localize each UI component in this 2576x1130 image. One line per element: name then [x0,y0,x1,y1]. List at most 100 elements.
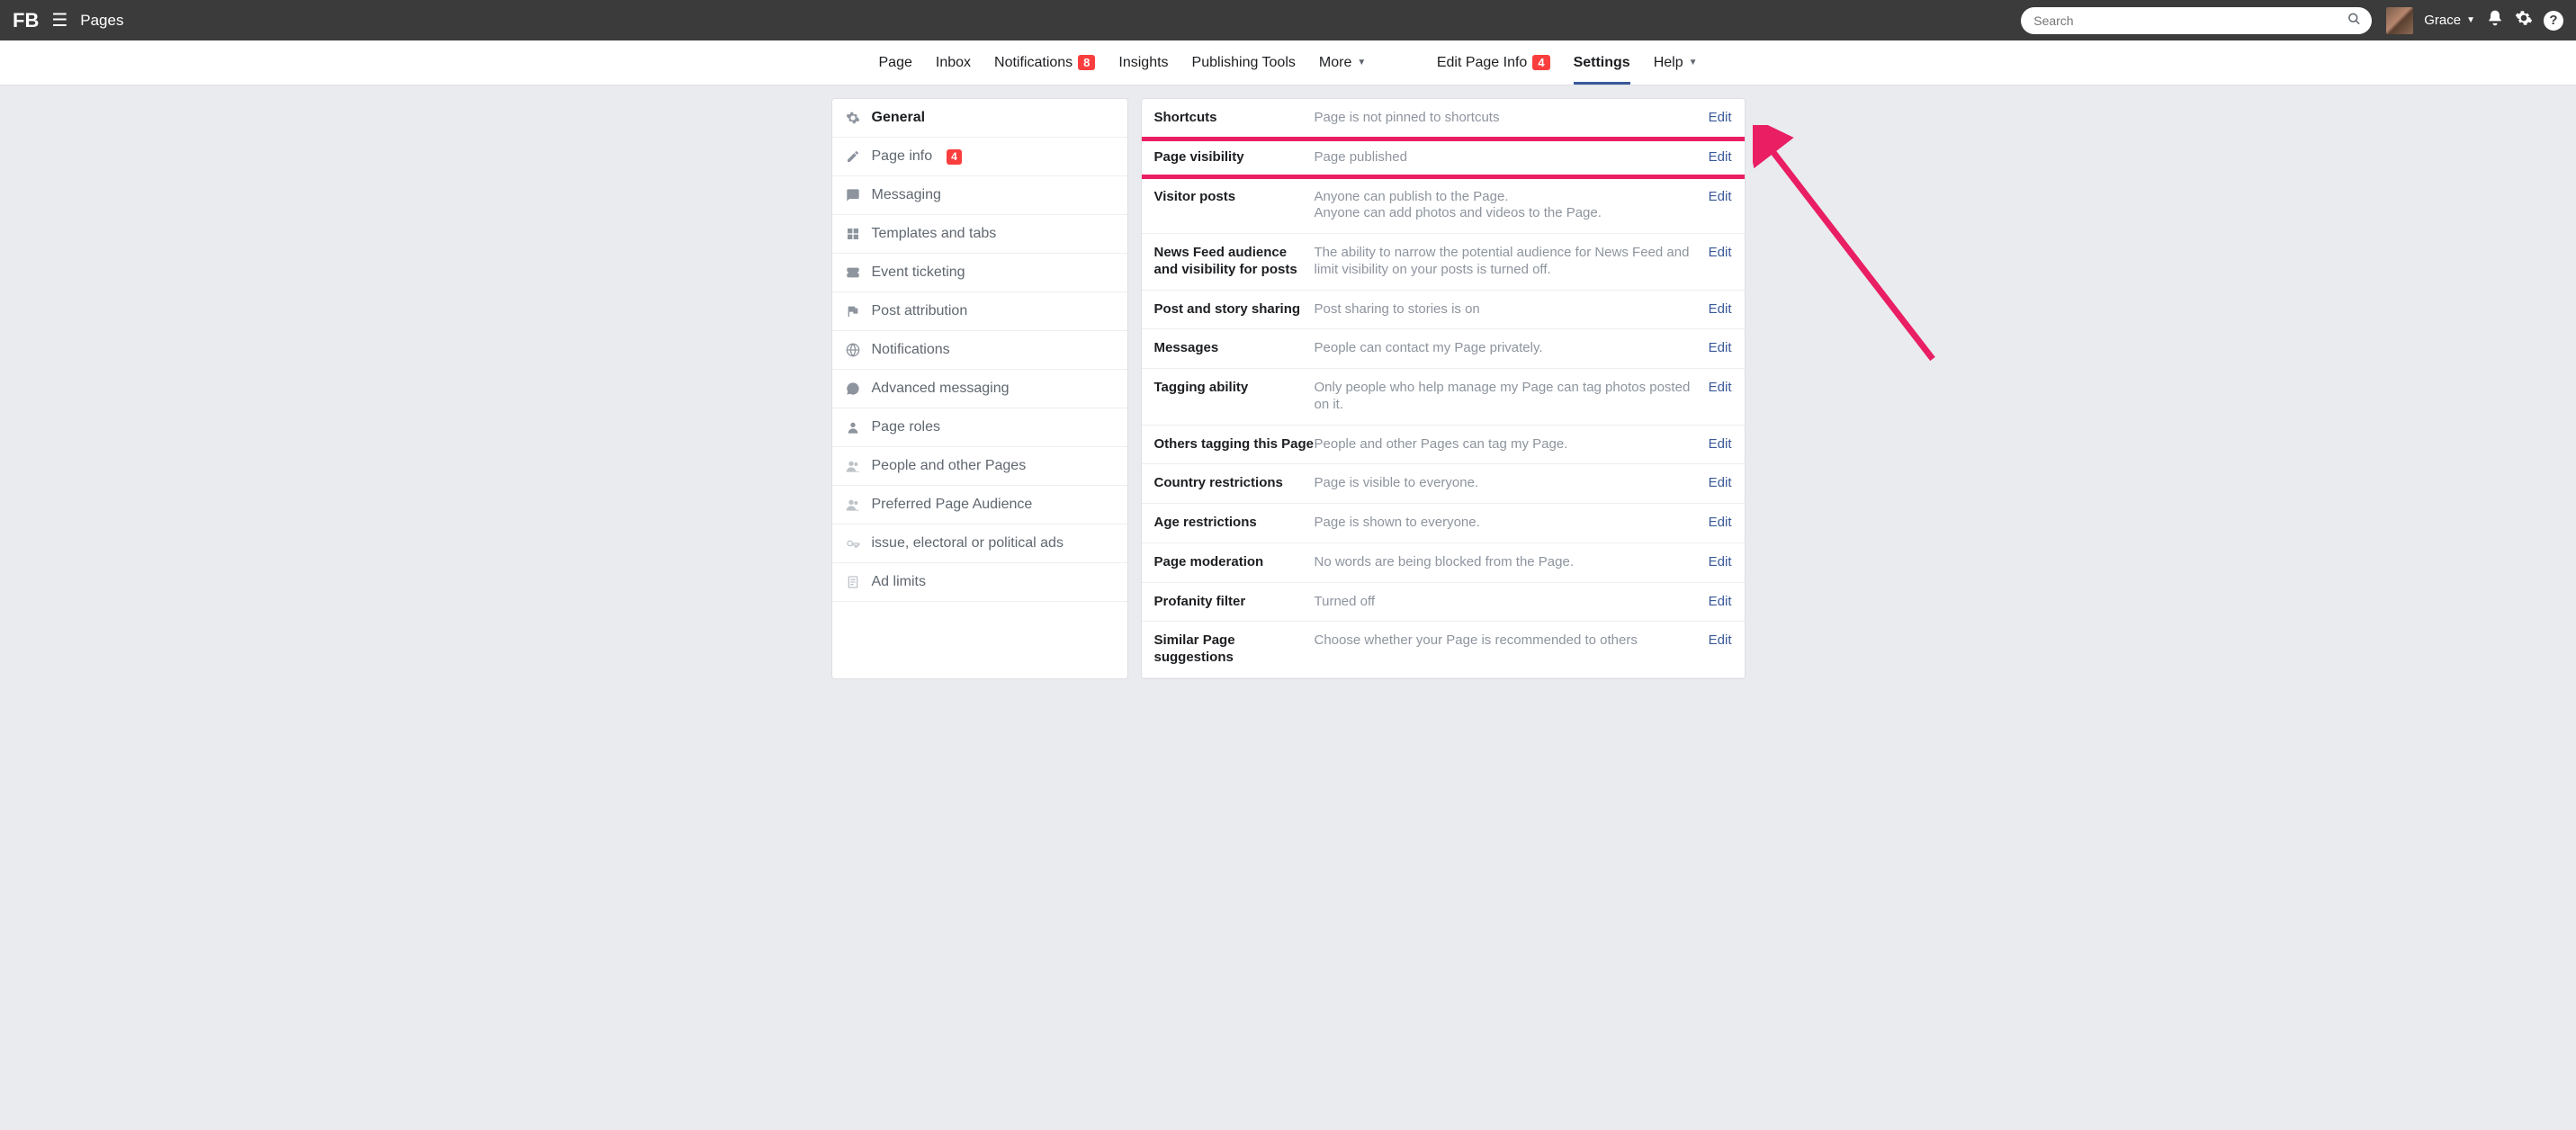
edit-link[interactable]: Edit [1709,189,1732,204]
app-title[interactable]: Pages [80,12,123,30]
edit-link[interactable]: Edit [1709,245,1732,260]
avatar[interactable] [2386,7,2413,34]
username-label: Grace [2424,13,2461,28]
setting-description: No words are being blocked from the Page… [1315,554,1709,571]
edit-link[interactable]: Edit [1709,632,1732,648]
sidebar-item-label: Messaging [872,187,941,203]
nav-tab-more[interactable]: More▼ [1319,40,1366,85]
sidebar-item-label: General [872,110,926,126]
people-icon [845,459,861,473]
settings-gear-icon[interactable] [2515,9,2533,31]
flag-icon [845,304,861,318]
setting-row-post-and-story-sharing: Post and story sharingPost sharing to st… [1142,291,1745,330]
grid-icon [845,227,861,241]
setting-label: Page moderation [1154,554,1315,571]
search-input[interactable] [2021,7,2372,34]
sidebar-item-label: Ad limits [872,574,926,590]
setting-label: News Feed audience and visibility for po… [1154,245,1315,279]
nav-tab-settings[interactable]: Settings [1574,40,1630,85]
people-icon [845,498,861,512]
sidebar-item-templates-and-tabs[interactable]: Templates and tabs [832,215,1127,254]
setting-description: Anyone can publish to the Page.Anyone ca… [1315,189,1709,223]
chat-dots-icon [845,381,861,396]
setting-description: Choose whether your Page is recommended … [1315,632,1709,650]
ticket-icon [845,265,861,280]
edit-link[interactable]: Edit [1709,515,1732,530]
setting-description: Page is not pinned to shortcuts [1315,110,1709,127]
setting-row-visitor-posts: Visitor postsAnyone can publish to the P… [1142,178,1745,235]
logo[interactable]: FB [13,9,39,32]
setting-description: Only people who help manage my Page can … [1315,380,1709,414]
nav-tab-label: More [1319,55,1351,71]
setting-row-messages: MessagesPeople can contact my Page priva… [1142,329,1745,369]
edit-link[interactable]: Edit [1709,554,1732,569]
setting-description: Page is shown to everyone. [1315,515,1709,532]
edit-link[interactable]: Edit [1709,340,1732,355]
topbar: FB ☰ Pages Grace ▼ ? [0,0,2576,40]
chat-icon [845,188,861,202]
nav-tab-label: Settings [1574,55,1630,71]
setting-label: Tagging ability [1154,380,1315,397]
setting-row-profanity-filter: Profanity filterTurned offEdit [1142,583,1745,623]
edit-link[interactable]: Edit [1709,594,1732,609]
sidebar-item-post-attribution[interactable]: Post attribution [832,292,1127,331]
secondary-nav: Page Inbox Notifications8 Insights Publishin… [0,40,2576,85]
chevron-down-icon: ▼ [2466,15,2475,25]
sidebar-item-page-roles[interactable]: Page roles [832,408,1127,447]
setting-description: Post sharing to stories is on [1315,301,1709,318]
doc-icon [845,575,861,589]
nav-tab-label: Edit Page Info [1437,55,1528,71]
sidebar-item-preferred-page-audience[interactable]: Preferred Page Audience [832,486,1127,525]
setting-description: The ability to narrow the potential audi… [1315,245,1709,279]
edit-link[interactable]: Edit [1709,110,1732,125]
notifications-bell-icon[interactable] [2486,9,2504,31]
sidebar-item-people-and-other-pages[interactable]: People and other Pages [832,447,1127,486]
topbar-right: Grace ▼ ? [2386,7,2563,34]
nav-tab-edit-page-info[interactable]: Edit Page Info4 [1437,40,1550,85]
setting-row-age-restrictions: Age restrictionsPage is shown to everyon… [1142,504,1745,543]
nav-tab-page[interactable]: Page [879,40,912,85]
sidebar-item-ad-limits[interactable]: Ad limits [832,563,1127,602]
setting-description: People can contact my Page privately. [1315,340,1709,357]
nav-tab-label: Inbox [936,55,971,71]
edit-link[interactable]: Edit [1709,436,1732,452]
secondary-nav-right: Edit Page Info4 Settings Help▼ [1437,40,1698,85]
edit-link[interactable]: Edit [1709,149,1732,165]
setting-row-others-tagging-this-page: Others tagging this PagePeople and other… [1142,426,1745,465]
setting-description: Page is visible to everyone. [1315,475,1709,492]
nav-tab-help[interactable]: Help▼ [1654,40,1698,85]
nav-tab-inbox[interactable]: Inbox [936,40,971,85]
sidebar-item-page-info[interactable]: Page info4 [832,138,1127,176]
gear-icon [845,111,861,125]
setting-row-shortcuts: ShortcutsPage is not pinned to shortcuts… [1142,99,1745,139]
setting-row-page-moderation: Page moderationNo words are being blocke… [1142,543,1745,583]
nav-tab-notifications[interactable]: Notifications8 [994,40,1095,85]
setting-label: Profanity filter [1154,594,1315,611]
nav-tab-label: Help [1654,55,1683,71]
setting-row-tagging-ability: Tagging abilityOnly people who help mana… [1142,369,1745,426]
sidebar-item-messaging[interactable]: Messaging [832,176,1127,215]
nav-tab-label: Notifications [994,55,1073,71]
sidebar-item-issue-electoral-or-political-ads[interactable]: issue, electoral or political ads [832,525,1127,563]
hamburger-icon[interactable]: ☰ [51,9,67,31]
username-menu[interactable]: Grace ▼ [2424,13,2475,28]
help-icon[interactable]: ? [2544,11,2563,31]
sidebar-item-event-ticketing[interactable]: Event ticketing [832,254,1127,292]
setting-description: Turned off [1315,594,1709,611]
sidebar-item-advanced-messaging[interactable]: Advanced messaging [832,370,1127,408]
edit-link[interactable]: Edit [1709,301,1732,317]
sidebar-item-label: issue, electoral or political ads [872,535,1064,552]
pencil-icon [845,149,861,164]
sidebar-item-label: Advanced messaging [872,381,1010,397]
topbar-left: FB ☰ Pages [13,9,123,32]
setting-label: Shortcuts [1154,110,1315,127]
nav-tab-publishing-tools[interactable]: Publishing Tools [1192,40,1296,85]
settings-sidebar: General Page info4 Messaging Templates and … [831,98,1128,679]
key-icon [845,536,861,551]
edit-link[interactable]: Edit [1709,475,1732,490]
sidebar-item-label: Page roles [872,419,941,435]
sidebar-item-general[interactable]: General [832,99,1127,138]
nav-tab-insights[interactable]: Insights [1118,40,1168,85]
sidebar-item-notifications[interactable]: Notifications [832,331,1127,370]
edit-link[interactable]: Edit [1709,380,1732,395]
